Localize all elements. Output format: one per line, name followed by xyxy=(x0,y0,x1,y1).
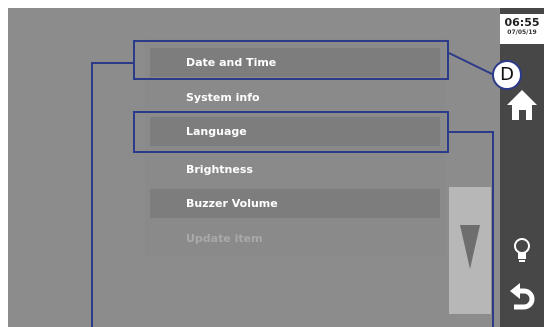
callout-letter: D xyxy=(500,64,514,85)
callout-highlight-language xyxy=(133,111,449,153)
callout-highlight-date-and-time xyxy=(133,40,449,80)
callout-label: D xyxy=(492,60,522,90)
